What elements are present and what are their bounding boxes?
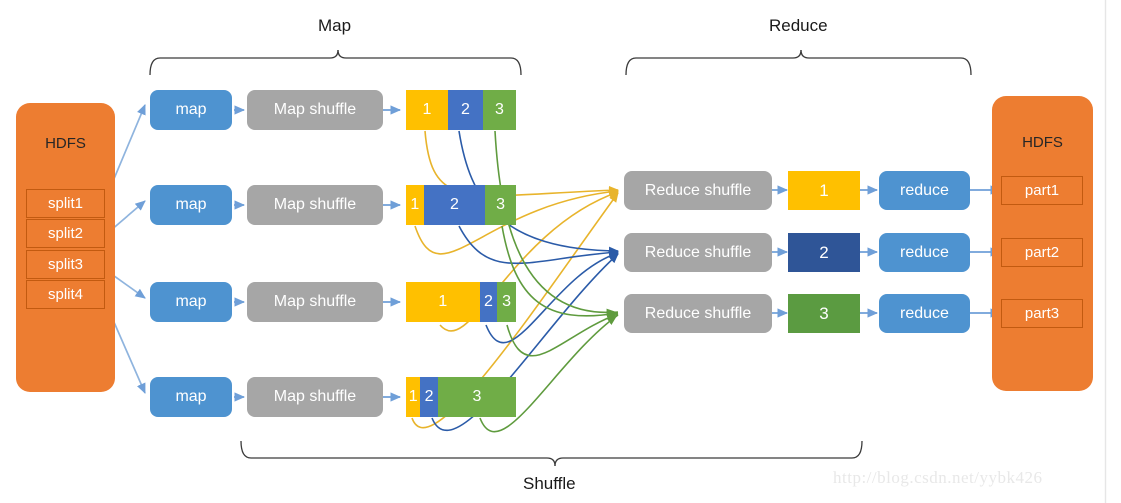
output-part-2[interactable]: part2	[1001, 238, 1083, 267]
reduce-key-box-2[interactable]: 2	[788, 233, 860, 272]
partition-bar-2: 1 2 3	[406, 185, 516, 225]
map-box-4[interactable]: map	[150, 377, 232, 417]
partition-bar-3: 1 2 3	[406, 282, 516, 322]
brace-reduce	[625, 49, 972, 76]
reduce-box-1[interactable]: reduce	[879, 171, 970, 210]
brace-shuffle	[240, 440, 863, 467]
split-item-1[interactable]: split1	[26, 189, 105, 218]
diagram-canvas: HDFS split1 split2 split3 split4 map Map…	[0, 0, 1121, 503]
partition-seg-2-key2[interactable]: 2	[423, 185, 486, 225]
output-part-1[interactable]: part1	[1001, 176, 1083, 205]
split-item-2[interactable]: split2	[26, 219, 105, 248]
reduce-shuffle-box-3[interactable]: Reduce shuffle	[624, 294, 772, 333]
partition-bar-4: 1 2 3	[406, 377, 516, 417]
partition-seg-2-key1[interactable]: 1	[406, 185, 424, 225]
partition-seg-2-key3[interactable]: 3	[485, 185, 516, 225]
input-hdfs-label: HDFS	[45, 135, 86, 152]
reduce-box-3[interactable]: reduce	[879, 294, 970, 333]
caption-map: Map	[318, 16, 352, 35]
brace-map	[149, 49, 522, 76]
reduce-shuffle-box-2[interactable]: Reduce shuffle	[624, 233, 772, 272]
partition-seg-1-key3[interactable]: 3	[482, 90, 516, 130]
partition-seg-3-key2[interactable]: 2	[479, 282, 498, 322]
reduce-key-box-3[interactable]: 3	[788, 294, 860, 333]
partition-seg-4-key2[interactable]: 2	[420, 377, 438, 417]
map-stage-arrows	[234, 105, 402, 402]
partition-seg-1-key1[interactable]: 1	[406, 90, 448, 130]
partition-seg-1-key2[interactable]: 2	[447, 90, 483, 130]
partition-seg-3-key1[interactable]: 1	[406, 282, 480, 322]
output-part-3[interactable]: part3	[1001, 299, 1083, 328]
map-box-3[interactable]: map	[150, 282, 232, 322]
reduce-shuffle-box-1[interactable]: Reduce shuffle	[624, 171, 772, 210]
partition-seg-3-key3[interactable]: 3	[497, 282, 516, 322]
map-shuffle-box-3[interactable]: Map shuffle	[247, 282, 383, 322]
split-item-3[interactable]: split3	[26, 250, 105, 279]
map-shuffle-box-2[interactable]: Map shuffle	[247, 185, 383, 225]
map-box-2[interactable]: map	[150, 185, 232, 225]
map-shuffle-box-1[interactable]: Map shuffle	[247, 90, 383, 130]
output-hdfs-label: HDFS	[1022, 134, 1063, 151]
caption-shuffle: Shuffle	[523, 474, 576, 493]
reduce-key-box-1[interactable]: 1	[788, 171, 860, 210]
partition-seg-4-key3[interactable]: 3	[437, 377, 516, 417]
map-box-1[interactable]: map	[150, 90, 232, 130]
partition-seg-4-key1[interactable]: 1	[406, 377, 421, 417]
map-shuffle-box-4[interactable]: Map shuffle	[247, 377, 383, 417]
partition-bar-1: 1 2 3	[406, 90, 516, 130]
split-item-4[interactable]: split4	[26, 280, 105, 309]
reduce-box-2[interactable]: reduce	[879, 233, 970, 272]
caption-reduce: Reduce	[769, 16, 828, 35]
watermark-text: http://blog.csdn.net/yybk426	[833, 468, 1043, 487]
